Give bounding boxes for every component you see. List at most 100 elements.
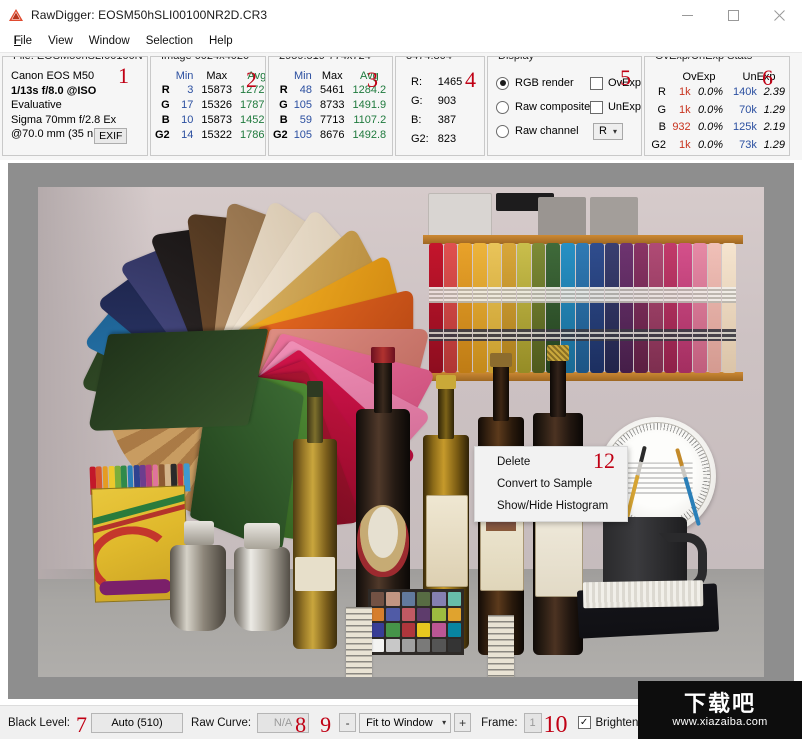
panel-selection-stats: 2959:519-774x724 3 Min Max Avg σ R 48 54… bbox=[268, 56, 393, 156]
panel-display-title: Display bbox=[495, 57, 538, 62]
row-unexp-pct: 1.29 bbox=[763, 138, 785, 151]
panel-ovexp-title: OvExp/UnExp Stats bbox=[652, 57, 756, 62]
photo-receipt-1 bbox=[346, 607, 372, 677]
chevron-down-icon: ▾ bbox=[442, 718, 447, 727]
table-row: G 1k 0.0% 70k 1.29 bbox=[645, 102, 789, 120]
radio-raw-composite[interactable]: Raw composite bbox=[496, 100, 590, 114]
raw-photo-preview[interactable] bbox=[38, 187, 764, 677]
row-min: 105 bbox=[293, 99, 313, 111]
photo-floss-skeins bbox=[429, 243, 737, 373]
sel-stats-header-ch bbox=[269, 70, 290, 83]
row-min: 10 bbox=[181, 114, 194, 126]
exif-button[interactable]: EXIF bbox=[94, 128, 128, 144]
close-button[interactable] bbox=[756, 0, 802, 30]
menu-window[interactable]: Window bbox=[81, 31, 138, 51]
frame-field[interactable]: 1 bbox=[523, 712, 542, 733]
row-channel: B bbox=[658, 121, 666, 133]
pixel-value: 387 bbox=[437, 114, 457, 126]
table-row: B 59 7713 1107.2 8 bbox=[269, 113, 392, 128]
metering-mode: Evaluative bbox=[11, 99, 62, 111]
panel-pixel-coords: 3474:804 bbox=[403, 57, 455, 62]
photo-wall-card-grey1 bbox=[538, 197, 586, 237]
menu-selection-label: Selection bbox=[145, 35, 193, 47]
marker-5: 5 bbox=[620, 65, 631, 90]
context-menu-item-convert-to-sample[interactable]: Convert to Sample bbox=[475, 473, 627, 495]
row-channel: G bbox=[657, 103, 666, 116]
marker-2: 2 bbox=[246, 67, 257, 92]
photo-salt-mill bbox=[234, 547, 290, 631]
checkbox-ovexp[interactable]: OvExp bbox=[589, 76, 641, 90]
marker-9: 9 bbox=[320, 711, 332, 737]
zoom-level-select[interactable]: Fit to Window ▾ bbox=[359, 712, 452, 733]
checkbox-ovexp-icon bbox=[589, 76, 603, 90]
ov-header-ch bbox=[645, 70, 669, 84]
marker-3: 3 bbox=[367, 67, 378, 92]
row-channel: G bbox=[279, 99, 288, 111]
radio-raw-channel[interactable]: Raw channel bbox=[496, 124, 593, 138]
table-row: G: 903 bbox=[410, 92, 470, 111]
table-row: G 17 15326 1787.4 13 bbox=[151, 98, 265, 113]
brighten-checkbox[interactable]: ✓ bbox=[577, 716, 591, 729]
menu-help[interactable]: Help bbox=[201, 31, 241, 51]
brighten-label: Brighten: bbox=[595, 716, 642, 729]
table-row: B: 387 bbox=[410, 111, 470, 130]
image-stats-header-max: Max bbox=[206, 70, 228, 82]
zoom-out-button[interactable]: - bbox=[339, 713, 357, 732]
pixel-label: B: bbox=[411, 114, 422, 126]
pixel-values-table: R: 1465 G: 903 B: 387 G2: 823 bbox=[410, 73, 470, 149]
window-controls bbox=[664, 0, 802, 30]
radio-rgb-render-icon bbox=[496, 76, 509, 90]
raw-channel-select[interactable]: R ▾ bbox=[593, 122, 623, 140]
radio-rgb-render-label: RGB render bbox=[515, 77, 574, 89]
menu-file[interactable]: FFile bbox=[6, 31, 40, 51]
maximize-button[interactable] bbox=[710, 0, 756, 30]
lens-model: Sigma 70mm f/2.8 Ex bbox=[11, 113, 117, 126]
checkbox-unexp[interactable]: UnExp bbox=[589, 100, 641, 114]
zoom-in-button[interactable]: + bbox=[454, 713, 472, 732]
menu-selection[interactable]: Selection bbox=[138, 31, 201, 51]
menu-help-label: Help bbox=[209, 35, 233, 47]
row-channel: G bbox=[161, 99, 170, 111]
row-avg: 1452.9 bbox=[240, 114, 265, 126]
image-viewport[interactable]: 12 Delete Convert to Sample Show/Hide Hi… bbox=[8, 163, 794, 699]
panel-pixel-values: 3474:804 4 R: 1465 G: 903 B: 387 G2: 823 bbox=[395, 56, 485, 156]
row-sigma: 6 bbox=[390, 83, 392, 98]
row-channel: G2 bbox=[155, 129, 170, 141]
context-menu[interactable]: 12 Delete Convert to Sample Show/Hide Hi… bbox=[474, 446, 628, 522]
row-max: 15873 bbox=[201, 84, 233, 96]
row-ovexp-count: 932 bbox=[672, 121, 691, 133]
photo-black-cloth-and-towel bbox=[576, 580, 720, 639]
image-stats-header-min: Min bbox=[175, 70, 194, 82]
row-channel: R bbox=[279, 84, 288, 96]
photo-pepper-mill-crank bbox=[184, 521, 214, 545]
row-max: 15326 bbox=[201, 99, 233, 111]
menu-bar: FFile View Window Selection Help bbox=[0, 30, 802, 53]
pixel-label: R: bbox=[411, 76, 422, 88]
table-row: G2 1k 0.0% 73k 1.29 bbox=[645, 137, 789, 155]
row-min: 48 bbox=[299, 84, 313, 96]
marker-12: 12 bbox=[593, 448, 615, 473]
panel-image-stats: Image 6024x4020 2 Min Max Avg σ R 3 1587… bbox=[150, 56, 266, 156]
row-max: 15873 bbox=[201, 114, 233, 126]
row-max: 8733 bbox=[320, 99, 345, 111]
row-min: 14 bbox=[181, 129, 194, 141]
table-row: G2 105 8676 1492.8 9 bbox=[269, 128, 392, 143]
minimize-button[interactable] bbox=[664, 0, 710, 30]
row-ovexp-pct: 0.0% bbox=[698, 86, 724, 98]
row-ovexp-count: 1k bbox=[679, 103, 691, 116]
photo-salt-mill-top bbox=[244, 523, 280, 549]
menu-view[interactable]: View bbox=[40, 31, 81, 51]
radio-rgb-render[interactable]: RGB render bbox=[496, 76, 590, 90]
row-max: 15322 bbox=[201, 129, 233, 141]
ov-header-unexp: UnExp bbox=[742, 71, 776, 83]
black-level-field[interactable]: Auto (510) bbox=[91, 712, 184, 733]
black-level-label: Black Level: bbox=[8, 716, 71, 729]
marker-8: 8 bbox=[295, 711, 307, 737]
row-avg: 1107.2 bbox=[353, 114, 387, 126]
marker-6: 6 bbox=[762, 65, 773, 90]
panel-image-stats-title: Image 6024x4020 bbox=[158, 57, 253, 62]
row-sigma: 9 bbox=[390, 128, 392, 143]
row-ovexp-pct: 0.0% bbox=[698, 103, 724, 116]
row-unexp-count: 70k bbox=[739, 103, 757, 116]
context-menu-item-show-hide-histogram[interactable]: Show/Hide Histogram bbox=[475, 495, 627, 517]
